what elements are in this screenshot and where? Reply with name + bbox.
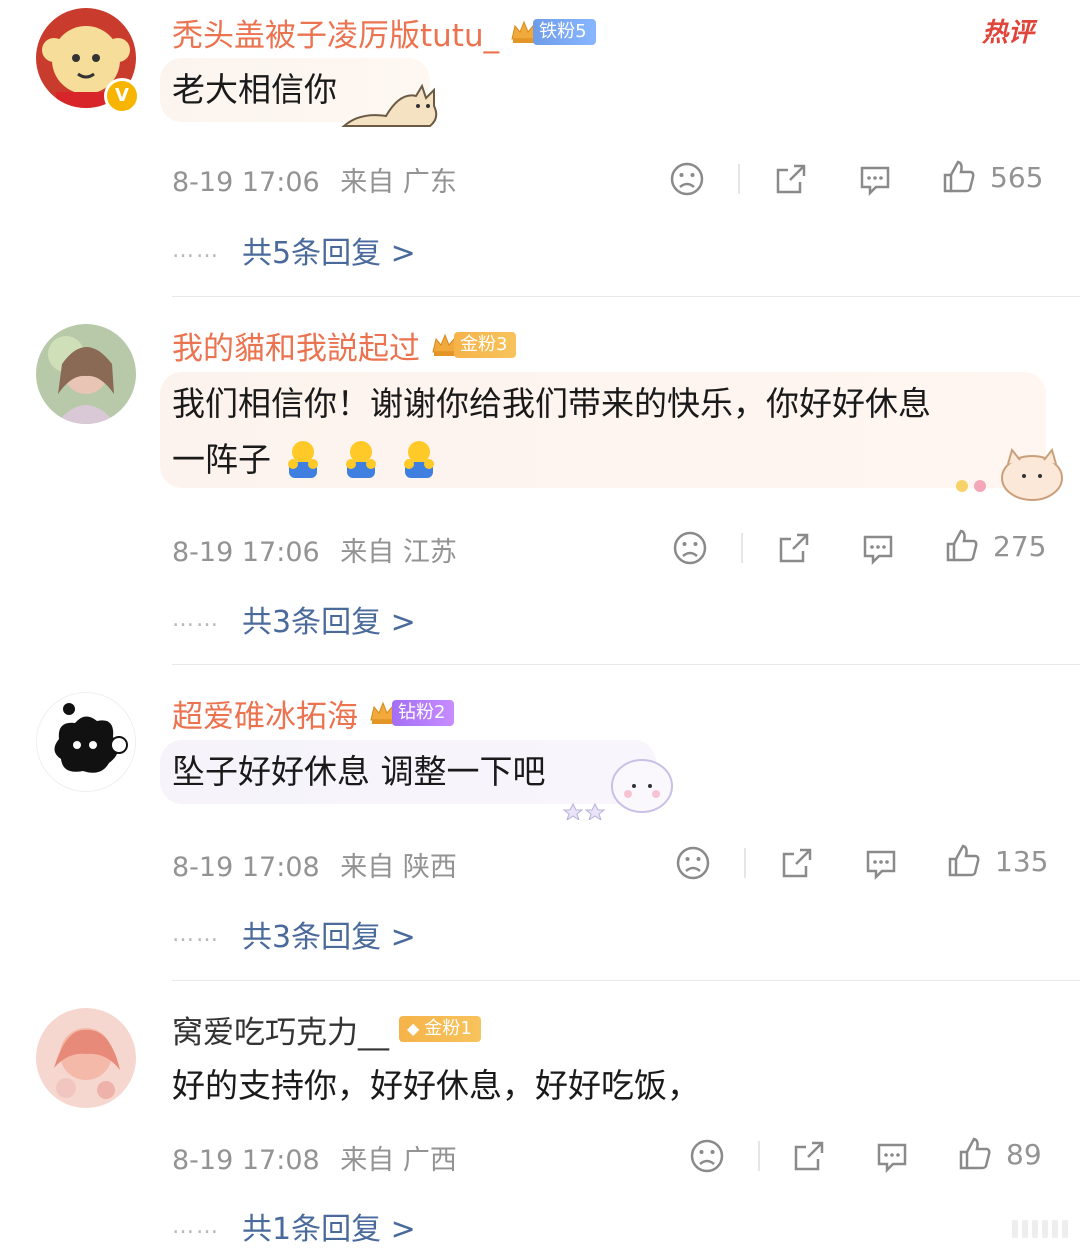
share-button[interactable] (772, 160, 810, 198)
replies-dots: …… (172, 606, 220, 632)
fan-badge[interactable]: 铁粉5 (509, 18, 596, 46)
dislike-button[interactable] (671, 529, 709, 567)
username[interactable]: 超爱碓冰拓海 (172, 691, 358, 736)
page-indicator-icon (1012, 1220, 1068, 1238)
dislike-button[interactable] (688, 1137, 726, 1175)
fan-level-label: 铁粉5 (533, 19, 596, 45)
comment-button[interactable] (862, 844, 900, 882)
share-button[interactable] (775, 529, 813, 567)
like-count: 275 (993, 529, 1047, 563)
comment-text-tail: 一阵子 (172, 440, 271, 479)
thumbs-up-icon (948, 844, 980, 877)
share-button[interactable] (790, 1137, 828, 1175)
divider (741, 533, 743, 563)
share-button[interactable] (778, 844, 816, 882)
comment-location: 来自 广东 (340, 167, 457, 198)
sad-face-icon (676, 846, 710, 880)
sad-face-icon (673, 531, 707, 565)
fan-badge[interactable]: ◆ 金粉1 (399, 1015, 481, 1043)
comment-divider (172, 980, 1080, 981)
fan-level-label: ◆ 金粉1 (399, 1016, 481, 1042)
comment-time: 8-19 17:06 (172, 537, 320, 568)
replies-row[interactable]: …… 共3条回复 > (172, 597, 416, 641)
username[interactable]: 秃头盖被子凌厉版tutu_ (172, 10, 499, 55)
share-icon (794, 1141, 824, 1171)
replies-dots: …… (172, 1213, 220, 1239)
share-icon (779, 533, 809, 563)
comment-meta: 8-19 17:06 来自 江苏 (172, 530, 457, 569)
hot-comment-label: 热评 (982, 18, 1035, 48)
replies-dots: …… (172, 921, 220, 947)
hug-emoji-icon (346, 441, 376, 478)
comment-text: 我们相信你！谢谢你给我们带来的快乐，你好好休息 一阵子 (172, 376, 1032, 488)
comment-time: 8-19 17:08 (172, 852, 320, 883)
share-icon (782, 848, 812, 878)
comment-location: 来自 江苏 (340, 537, 457, 568)
comment-text: 老大相信你 (172, 70, 337, 109)
gem-icon: ◆ (407, 1019, 425, 1038)
comment-icon (877, 1143, 907, 1174)
dislike-button[interactable] (668, 160, 706, 198)
comment-text: 好的支持你，好好休息，好好吃饭， (172, 1066, 700, 1105)
like-count: 135 (995, 844, 1049, 878)
like-button[interactable]: 89 (956, 1135, 1042, 1173)
comment-time: 8-19 17:06 (172, 167, 320, 198)
view-replies-link[interactable]: 共3条回复 > (242, 912, 416, 956)
comment-location: 来自 广西 (340, 1145, 457, 1176)
comment-location: 来自 陕西 (340, 852, 457, 883)
comment-time: 8-19 17:08 (172, 1145, 320, 1176)
fan-level-text: 金粉1 (424, 1018, 472, 1039)
divider (744, 848, 746, 878)
username[interactable]: 我的貓和我説起过 (172, 323, 420, 368)
replies-row[interactable]: …… 共5条回复 > (172, 228, 416, 272)
comment-button[interactable] (873, 1137, 911, 1175)
sad-face-icon (690, 1139, 724, 1173)
comment-divider (172, 296, 1080, 297)
hug-emoji-icon (288, 441, 318, 478)
comment-meta: 8-19 17:08 来自 广西 (172, 1138, 457, 1177)
replies-row[interactable]: …… 共3条回复 > (172, 912, 416, 956)
thumbs-up-icon (946, 529, 978, 562)
avatar[interactable] (36, 1008, 136, 1108)
fan-level-label: 钻粉2 (392, 700, 455, 726)
fan-level-label: 金粉3 (454, 332, 517, 358)
view-replies-link[interactable]: 共3条回复 > (242, 597, 416, 641)
like-count: 89 (1006, 1137, 1042, 1171)
fan-badge[interactable]: 钻粉2 (368, 699, 455, 727)
hug-emoji-icon (404, 441, 434, 478)
divider (758, 1141, 760, 1171)
view-replies-link[interactable]: 共1条回复 > (242, 1204, 416, 1248)
comment-icon (860, 166, 890, 197)
dislike-button[interactable] (674, 844, 712, 882)
comment-icon (866, 850, 896, 881)
sad-face-icon (670, 162, 704, 196)
fan-badge[interactable]: 金粉3 (430, 331, 517, 359)
avatar[interactable] (36, 324, 136, 424)
bunny-sticker-icon (562, 759, 673, 820)
comment-divider (172, 664, 1080, 665)
view-replies-link[interactable]: 共5条回复 > (242, 228, 416, 272)
replies-dots: …… (172, 237, 220, 263)
cat-sticker-icon (956, 447, 1063, 501)
thumbs-up-icon (943, 160, 975, 193)
like-button[interactable]: 135 (945, 842, 1048, 880)
comment-icon (863, 535, 893, 566)
divider (738, 164, 740, 194)
avatar[interactable] (36, 692, 136, 792)
comment-text-line: 我们相信你！谢谢你给我们带来的快乐，你好好休息 (172, 384, 931, 423)
comment-meta: 8-19 17:06 来自 广东 (172, 160, 457, 199)
replies-row[interactable]: …… 共1条回复 > (172, 1204, 416, 1248)
like-count: 565 (990, 160, 1044, 194)
username[interactable]: 窝爱吃巧克力__ (172, 1007, 389, 1052)
thumbs-up-icon (959, 1137, 991, 1170)
like-button[interactable]: 565 (940, 158, 1043, 196)
dog-sticker-icon (341, 83, 438, 127)
share-icon (776, 164, 806, 194)
comment-button[interactable] (856, 160, 894, 198)
verified-icon: V (104, 78, 140, 114)
comment-button[interactable] (859, 529, 897, 567)
like-button[interactable]: 275 (943, 527, 1046, 565)
comment-text-line: 一阵子 (172, 432, 1032, 488)
comment-meta: 8-19 17:08 来自 陕西 (172, 845, 457, 884)
